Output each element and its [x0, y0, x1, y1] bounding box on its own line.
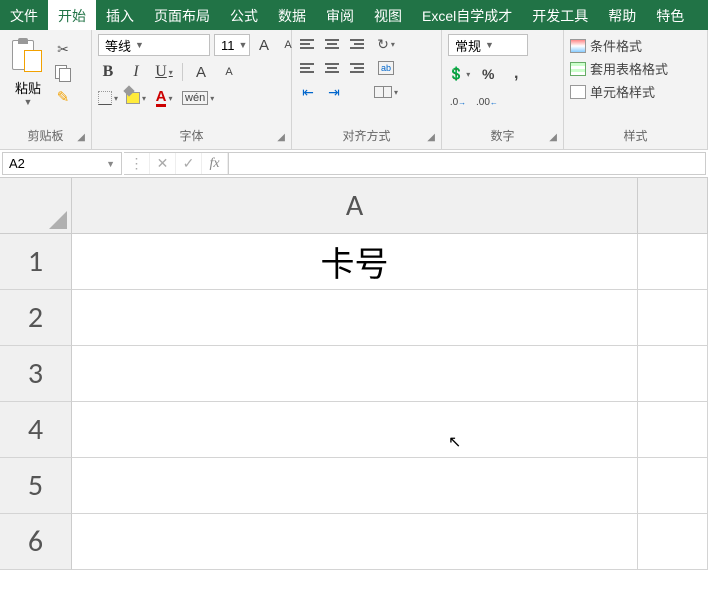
- fx-cancel-button[interactable]: ✕: [150, 153, 176, 174]
- align-mid-right[interactable]: [346, 58, 366, 78]
- tab-view[interactable]: 视图: [364, 0, 412, 30]
- phonetic-button[interactable]: wén▾: [182, 88, 214, 108]
- styles-group-label: 样式: [623, 129, 647, 143]
- increase-decimal-button[interactable]: [448, 92, 468, 112]
- merge-button[interactable]: ▾: [374, 82, 398, 102]
- font-grow-button[interactable]: A: [254, 35, 274, 55]
- group-alignment: ▾ ab ▾ 对齐方式 ◢: [292, 30, 442, 149]
- cell-A2[interactable]: [72, 290, 638, 346]
- fx-insert-button[interactable]: fx: [202, 153, 228, 174]
- font-grow2-button[interactable]: A: [191, 62, 211, 82]
- font-group-label: 字体: [179, 129, 203, 143]
- currency-button[interactable]: ▾: [448, 64, 470, 84]
- cell-A5[interactable]: [72, 458, 638, 514]
- paste-label: 粘贴: [15, 78, 41, 97]
- font-dialog-icon[interactable]: ◢: [277, 132, 285, 143]
- formula-input[interactable]: [229, 152, 706, 175]
- tab-extra[interactable]: 特色: [646, 0, 694, 30]
- spreadsheet-grid[interactable]: A 1 卡号 2 3 4 5 6: [0, 178, 708, 570]
- cell-A1[interactable]: 卡号: [72, 234, 638, 290]
- font-shrink2-button[interactable]: A: [219, 62, 239, 82]
- comma-button[interactable]: [506, 64, 526, 84]
- font-name-combo[interactable]: 等线▼: [98, 34, 210, 56]
- border-button[interactable]: ▾: [98, 88, 118, 108]
- cell-styles-icon: [570, 85, 586, 99]
- number-format-combo[interactable]: 常规▼: [448, 34, 528, 56]
- tab-formulas[interactable]: 公式: [220, 0, 268, 30]
- format-painter-button[interactable]: [54, 88, 72, 106]
- row-header-1[interactable]: 1: [0, 234, 72, 290]
- select-all-corner[interactable]: [0, 178, 72, 234]
- group-clipboard: 粘贴 ▼ 剪贴板 ◢: [0, 30, 92, 149]
- align-group-label: 对齐方式: [342, 129, 390, 143]
- group-styles: 条件格式 套用表格格式 单元格样式 样式: [564, 30, 708, 149]
- conditional-format-button[interactable]: 条件格式: [570, 36, 668, 55]
- align-top-left[interactable]: [298, 34, 318, 54]
- row-header-5[interactable]: 5: [0, 458, 72, 514]
- font-color-button[interactable]: A▾: [154, 88, 174, 108]
- underline-button[interactable]: U▾: [154, 62, 174, 82]
- tab-data[interactable]: 数据: [268, 0, 316, 30]
- cell-B5[interactable]: [638, 458, 708, 514]
- tab-file[interactable]: 文件: [0, 0, 48, 30]
- cell-A4[interactable]: [72, 402, 638, 458]
- fx-expand-icon[interactable]: ⋮: [124, 153, 150, 174]
- tab-home[interactable]: 开始: [48, 0, 96, 30]
- number-dialog-icon[interactable]: ◢: [549, 132, 557, 143]
- cell-B3[interactable]: [638, 346, 708, 402]
- tab-dev[interactable]: 开发工具: [522, 0, 598, 30]
- col-header-B[interactable]: [638, 178, 708, 234]
- name-box[interactable]: A2▼: [2, 152, 122, 175]
- row-header-3[interactable]: 3: [0, 346, 72, 402]
- decrease-indent-button[interactable]: [298, 82, 318, 102]
- cell-A3[interactable]: [72, 346, 638, 402]
- ribbon: 粘贴 ▼ 剪贴板 ◢ 等线▼ 11▼ A A B I U▾: [0, 30, 708, 150]
- format-table-button[interactable]: 套用表格格式: [570, 59, 668, 78]
- align-dialog-icon[interactable]: ◢: [427, 132, 435, 143]
- conditional-format-icon: [570, 39, 586, 53]
- row-header-6[interactable]: 6: [0, 514, 72, 570]
- align-top-right[interactable]: [346, 34, 366, 54]
- paste-icon: [10, 38, 46, 74]
- cell-B1[interactable]: [638, 234, 708, 290]
- group-font: 等线▼ 11▼ A A B I U▾ A A ▾ ▾ A▾ wén▾: [92, 30, 292, 149]
- fill-color-button[interactable]: ▾: [126, 88, 146, 108]
- cell-styles-button[interactable]: 单元格样式: [570, 82, 668, 101]
- cut-button[interactable]: [54, 40, 72, 58]
- tab-layout[interactable]: 页面布局: [144, 0, 220, 30]
- copy-button[interactable]: [54, 64, 72, 82]
- increase-indent-button[interactable]: [324, 82, 344, 102]
- cell-B6[interactable]: [638, 514, 708, 570]
- tab-insert[interactable]: 插入: [96, 0, 144, 30]
- fx-enter-button[interactable]: ✓: [176, 153, 202, 174]
- italic-button[interactable]: I: [126, 62, 146, 82]
- format-table-icon: [570, 62, 586, 76]
- row-header-2[interactable]: 2: [0, 290, 72, 346]
- col-header-A[interactable]: A: [72, 178, 638, 234]
- row-header-4[interactable]: 4: [0, 402, 72, 458]
- cell-B4[interactable]: [638, 402, 708, 458]
- decrease-decimal-button[interactable]: [476, 92, 498, 112]
- tab-review[interactable]: 审阅: [316, 0, 364, 30]
- align-top-center[interactable]: [322, 34, 342, 54]
- clipboard-group-label: 剪贴板: [27, 129, 63, 143]
- tab-custom[interactable]: Excel自学成才: [412, 0, 522, 30]
- align-mid-left[interactable]: [298, 58, 318, 78]
- font-size-combo[interactable]: 11▼: [214, 34, 250, 56]
- number-group-label: 数字: [490, 129, 514, 143]
- cell-B2[interactable]: [638, 290, 708, 346]
- tab-help[interactable]: 帮助: [598, 0, 646, 30]
- cell-A6[interactable]: [72, 514, 638, 570]
- formula-bar: A2▼ ⋮ ✕ ✓ fx: [0, 150, 708, 178]
- ribbon-tabs: 文件 开始 插入 页面布局 公式 数据 审阅 视图 Excel自学成才 开发工具…: [0, 0, 708, 30]
- orientation-button[interactable]: ▾: [374, 34, 398, 54]
- group-number: 常规▼ ▾ 数字 ◢: [442, 30, 564, 149]
- bold-button[interactable]: B: [98, 62, 118, 82]
- clipboard-dialog-icon[interactable]: ◢: [77, 132, 85, 143]
- wrap-text-button[interactable]: ab: [374, 58, 398, 78]
- align-mid-center[interactable]: [322, 58, 342, 78]
- percent-button[interactable]: [478, 64, 498, 84]
- paste-button[interactable]: 粘贴 ▼: [6, 34, 50, 107]
